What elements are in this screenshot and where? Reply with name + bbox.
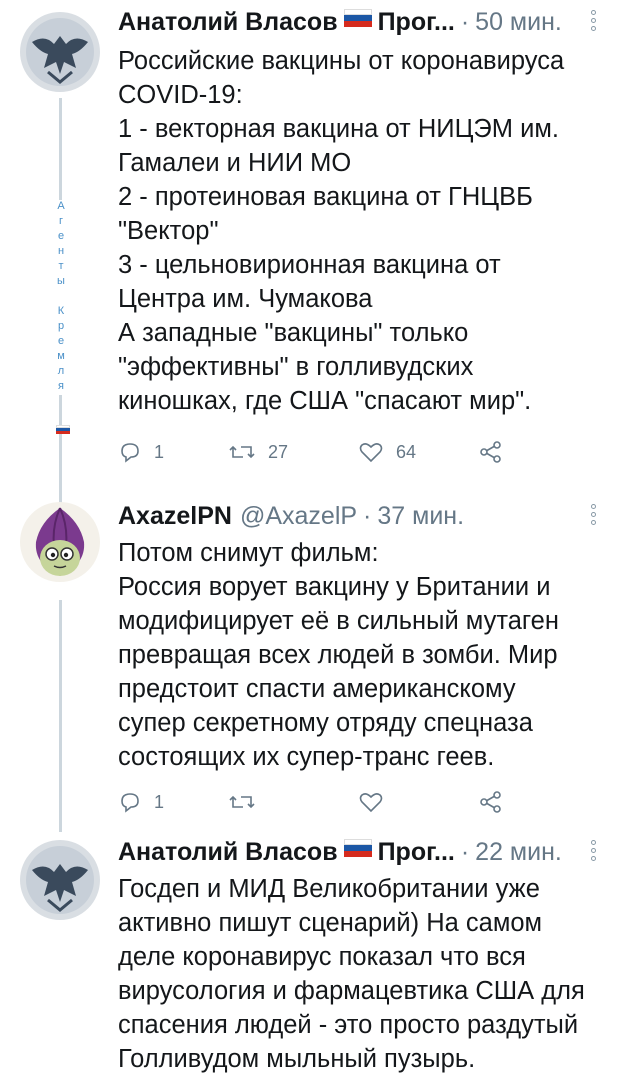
action-bar: 1 27 64 bbox=[118, 440, 504, 464]
tweet-header: AxazelPN @AxazelP · 37 мин. bbox=[118, 500, 617, 532]
text-line: супер секретному отряду спецназа bbox=[118, 709, 533, 737]
author-handle[interactable]: @AxazelP bbox=[240, 500, 357, 532]
retweet-icon bbox=[229, 795, 255, 809]
author-handle[interactable]: Прог... bbox=[378, 836, 455, 868]
text-line: активно пишут сценарий) На самом bbox=[118, 909, 543, 937]
heart-icon bbox=[359, 793, 383, 813]
timestamp[interactable]: 37 мин. bbox=[377, 500, 464, 532]
tweet-text: Госдеп и МИД Великобритании уже активно … bbox=[118, 872, 617, 1076]
text-line: COVID-19: bbox=[118, 81, 243, 109]
avatar[interactable] bbox=[20, 12, 100, 92]
like-button[interactable] bbox=[358, 790, 478, 814]
action-bar: 1 bbox=[118, 790, 504, 814]
retweet-icon bbox=[229, 445, 255, 459]
tweet-header: Анатолий Власов Прог... · 22 мин. bbox=[118, 836, 617, 868]
reply-count: 1 bbox=[154, 441, 165, 462]
text-line: деле коронавирус показал что вся bbox=[118, 943, 526, 971]
reply-button[interactable]: 1 bbox=[118, 440, 228, 464]
more-menu-icon[interactable] bbox=[587, 504, 599, 530]
text-line: Голливудом мыльный пузырь. bbox=[118, 1045, 476, 1073]
tweet-2[interactable]: AxazelPN @AxazelP · 37 мин. Потом снимут… bbox=[0, 490, 629, 830]
text-line: киношках, где США "спасают мир". bbox=[118, 387, 532, 415]
eagle-avatar-icon bbox=[20, 840, 100, 920]
separator-dot: · bbox=[460, 838, 470, 866]
separator-dot: · bbox=[460, 8, 470, 36]
text-line: 2 - протеиновая вакцина от ГНЦВБ bbox=[118, 183, 533, 211]
text-line: состоящих их супер-транс геев. bbox=[118, 743, 495, 771]
text-line: вирусология и фармацевтика США для bbox=[118, 977, 585, 1005]
like-count: 64 bbox=[396, 441, 417, 462]
retweet-count: 27 bbox=[268, 441, 289, 462]
author-handle[interactable]: Прог... bbox=[378, 6, 455, 38]
reply-icon bbox=[121, 443, 139, 463]
retweet-button[interactable]: 27 bbox=[228, 440, 358, 464]
reply-count: 1 bbox=[154, 791, 165, 812]
more-menu-icon[interactable] bbox=[587, 10, 599, 36]
text-line: Потом снимут фильм: bbox=[118, 539, 379, 567]
text-line: Россия ворует вакцину у Британии и bbox=[118, 573, 551, 601]
text-line: 3 - цельновирионная вакцина от bbox=[118, 251, 501, 279]
text-line: "Вектор" bbox=[118, 217, 219, 245]
author-name[interactable]: AxazelPN bbox=[118, 500, 232, 532]
like-button[interactable]: 64 bbox=[358, 440, 478, 464]
tweet-1[interactable]: Анатолий Власов Прог... · 50 мин. Россий… bbox=[0, 0, 629, 480]
timestamp[interactable]: 50 мин. bbox=[475, 6, 562, 38]
tweet-text: Потом снимут фильм: Россия ворует вакцин… bbox=[118, 536, 617, 774]
russia-flag-icon bbox=[343, 839, 372, 857]
text-line: Госдеп и МИД Великобритании уже bbox=[118, 875, 540, 903]
text-line: 1 - векторная вакцина от НИЦЭМ им. bbox=[118, 115, 559, 143]
share-icon bbox=[480, 791, 501, 813]
text-line: спасения людей - это просто раздутый bbox=[118, 1011, 579, 1039]
tweet-3[interactable]: Анатолий Власов Прог... · 22 мин. Госдеп… bbox=[0, 830, 629, 1080]
text-line: предстоит спасти американскому bbox=[118, 675, 516, 703]
author-name[interactable]: Анатолий Власов bbox=[118, 836, 338, 868]
tweet-text: Российские вакцины от коронавируса COVID… bbox=[118, 44, 617, 418]
text-line: "эффективны" в голливудских bbox=[118, 353, 474, 381]
avatar[interactable] bbox=[20, 502, 100, 582]
text-line: модифицирует её в сильный мутаген bbox=[118, 607, 559, 635]
share-button[interactable] bbox=[478, 790, 504, 814]
heart-icon bbox=[359, 443, 383, 463]
tweet-header: Анатолий Власов Прог... · 50 мин. bbox=[118, 6, 617, 38]
author-name[interactable]: Анатолий Власов bbox=[118, 6, 338, 38]
reply-icon bbox=[121, 793, 139, 813]
russia-flag-icon bbox=[343, 9, 372, 27]
reply-button[interactable]: 1 bbox=[118, 790, 228, 814]
cartoon-onion-avatar-icon bbox=[20, 502, 100, 582]
timestamp[interactable]: 22 мин. bbox=[475, 836, 562, 868]
more-menu-icon[interactable] bbox=[587, 840, 599, 866]
share-button[interactable] bbox=[478, 440, 504, 464]
text-line: А западные "вакцины" только bbox=[118, 319, 469, 347]
retweet-button[interactable] bbox=[228, 790, 358, 814]
text-line: Центра им. Чумакова bbox=[118, 285, 373, 313]
separator-dot: · bbox=[363, 502, 372, 530]
text-line: Гамалеи и НИИ МО bbox=[118, 149, 352, 177]
eagle-avatar-icon bbox=[20, 12, 100, 92]
share-icon bbox=[480, 441, 501, 463]
text-line: превращая всех людей в зомби. Мир bbox=[118, 641, 558, 669]
text-line: Российские вакцины от коронавируса bbox=[118, 47, 565, 75]
avatar[interactable] bbox=[20, 840, 100, 920]
